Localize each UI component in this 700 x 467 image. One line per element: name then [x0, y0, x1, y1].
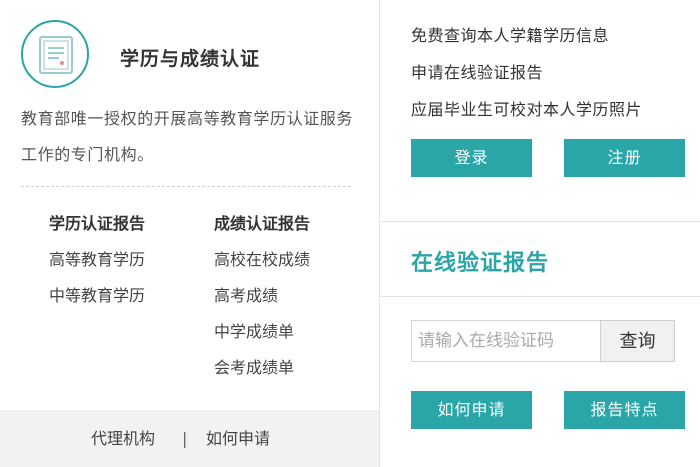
link-secondary-education[interactable]: 中等教育学历 [49, 282, 145, 318]
footer-separator: | [182, 429, 188, 448]
link-check-photo[interactable]: 应届毕业生可校对本人学历照片 [411, 96, 642, 120]
grade-report-heading[interactable]: 成绩认证报告 [214, 210, 310, 246]
left-footer: 代理机构 | 如何申请 [0, 410, 379, 467]
link-apply-report[interactable]: 申请在线验证报告 [411, 59, 543, 83]
degree-report-heading[interactable]: 学历认证报告 [49, 210, 145, 246]
section-divider [381, 221, 700, 222]
certificate-icon [21, 20, 89, 88]
link-proficiency-exam-transcript[interactable]: 会考成绩单 [214, 354, 310, 390]
description-text: 教育部唯一授权的开展高等教育学历认证服务工作的专门机构。 [21, 109, 354, 164]
section-divider-bottom [381, 296, 700, 297]
section-title: 在线验证报告 [411, 251, 550, 276]
link-higher-education[interactable]: 高等教育学历 [49, 246, 145, 282]
agency-link[interactable]: 代理机构 [91, 410, 155, 467]
link-college-grades[interactable]: 高校在校成绩 [214, 246, 310, 282]
report-features-button[interactable]: 报告特点 [564, 391, 685, 429]
how-to-apply-button[interactable]: 如何申请 [411, 391, 532, 429]
certification-panel: 学历与成绩认证 教育部唯一授权的开展高等教育学历认证服务工作的专门机构。 学历认… [0, 0, 380, 467]
divider [21, 186, 351, 187]
page-title: 学历与成绩认证 [120, 48, 261, 70]
query-button[interactable]: 查询 [600, 320, 675, 362]
link-middle-school-transcript[interactable]: 中学成绩单 [214, 318, 310, 354]
how-to-apply-link[interactable]: 如何申请 [206, 410, 270, 467]
link-gaokao-grades[interactable]: 高考成绩 [214, 282, 310, 318]
verification-code-input[interactable] [411, 320, 601, 362]
register-button[interactable]: 注册 [564, 139, 685, 177]
link-free-query[interactable]: 免费查询本人学籍学历信息 [411, 22, 609, 46]
login-button[interactable]: 登录 [411, 139, 532, 177]
grade-report-column: 成绩认证报告 高校在校成绩 高考成绩 中学成绩单 会考成绩单 [214, 210, 310, 390]
services-panel: 免费查询本人学籍学历信息 申请在线验证报告 应届毕业生可校对本人学历照片 登录 … [381, 0, 700, 467]
degree-report-column: 学历认证报告 高等教育学历 中等教育学历 [49, 210, 145, 318]
